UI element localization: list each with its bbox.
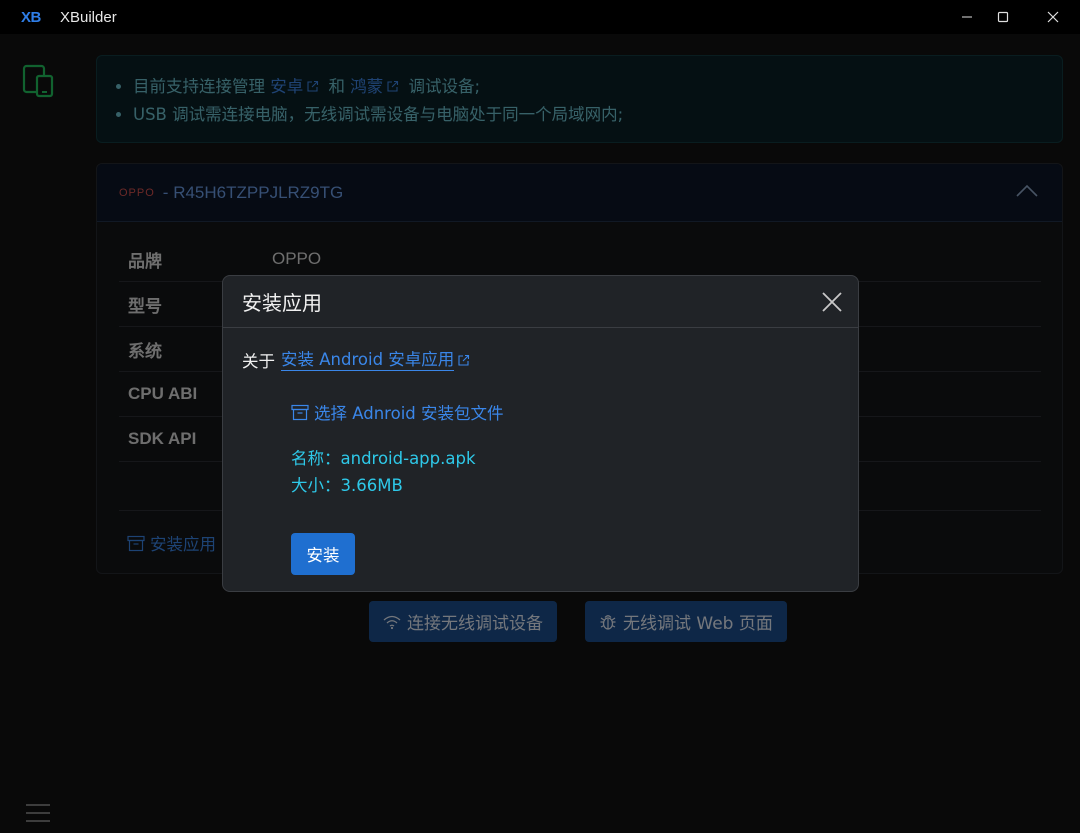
app-logo: XB bbox=[21, 8, 41, 26]
close-icon bbox=[1047, 11, 1059, 23]
about-line: 关于 安装 Android 安卓应用 bbox=[242, 348, 474, 372]
choose-apk-button[interactable]: 选择 Adnroid 安装包文件 bbox=[291, 400, 504, 424]
about-install-link[interactable]: 安装 Android 安卓应用 bbox=[281, 350, 455, 371]
maximize-icon bbox=[997, 11, 1009, 23]
external-link-icon bbox=[458, 354, 470, 366]
dialog-title: 安装应用 bbox=[242, 291, 322, 315]
file-name: 名称：android-app.apk bbox=[291, 449, 476, 468]
file-size: 大小：3.66MB bbox=[291, 476, 403, 495]
minimize-icon bbox=[962, 16, 972, 18]
title-bar: XB XBuilder bbox=[0, 0, 1080, 34]
close-dialog-icon[interactable] bbox=[822, 292, 842, 312]
maximize-button[interactable] bbox=[980, 0, 1026, 34]
archive-icon bbox=[291, 404, 309, 420]
close-window-button[interactable] bbox=[1030, 0, 1076, 34]
install-button[interactable]: 安装 bbox=[291, 533, 355, 575]
app-title: XBuilder bbox=[60, 8, 117, 26]
dialog-header: 安装应用 bbox=[223, 276, 858, 328]
install-app-dialog: 安装应用 关于 安装 Android 安卓应用 选择 Adnroid 安装包文件… bbox=[222, 275, 859, 592]
